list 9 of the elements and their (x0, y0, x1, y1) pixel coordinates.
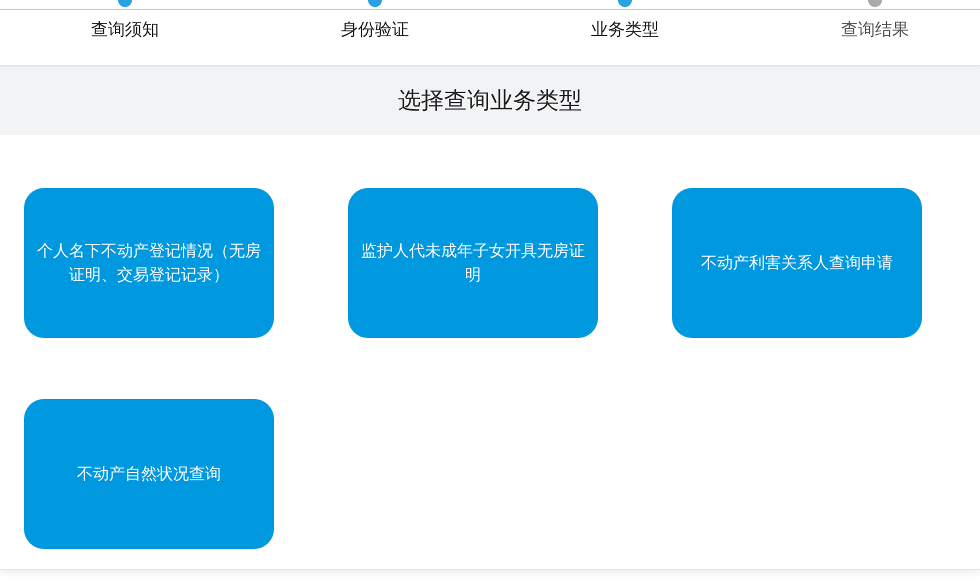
business-type-button[interactable]: 监护人代未成年子女开具无房证明 (348, 188, 598, 338)
step-label: 查询结果 (841, 19, 909, 42)
section-title: 选择查询业务类型 (398, 86, 582, 116)
step-label: 身份验证 (341, 19, 409, 42)
business-type-button[interactable]: 个人名下不动产登记情况（无房证明、交易登记记录） (24, 188, 274, 338)
business-type-button[interactable]: 不动产利害关系人查询申请 (672, 188, 922, 338)
business-type-button[interactable]: 不动产自然状况查询 (24, 398, 274, 548)
step-label: 业务类型 (591, 19, 659, 42)
step-label: 查询须知 (91, 19, 159, 42)
